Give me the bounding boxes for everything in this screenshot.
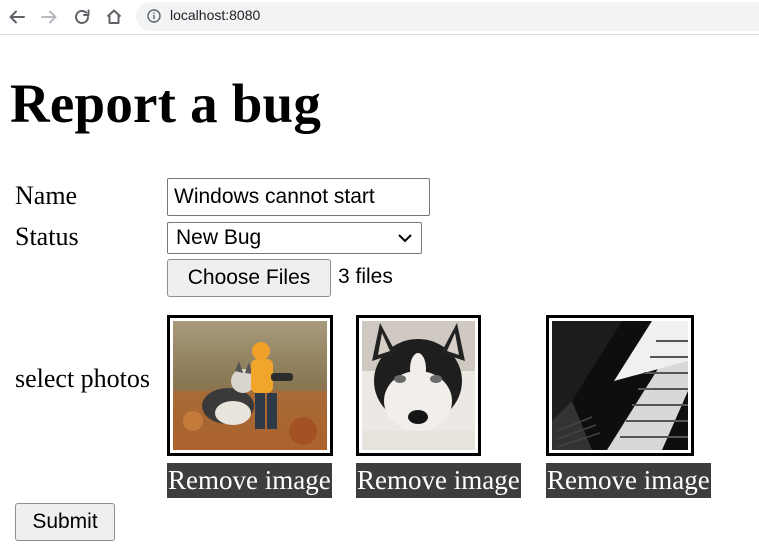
reload-icon[interactable] — [70, 5, 94, 29]
photo-preview-2 — [356, 315, 481, 456]
status-selected-value: New Bug — [176, 226, 262, 249]
remove-image-button-1[interactable]: Remove image — [167, 463, 332, 498]
photo-preview-1 — [167, 315, 333, 456]
photo-preview-3 — [546, 315, 694, 456]
choose-files-button[interactable]: Choose Files — [167, 259, 331, 297]
photos-label: select photos — [15, 364, 151, 393]
browser-toolbar: localhost:8080 — [0, 0, 759, 35]
address-bar[interactable]: localhost:8080 — [136, 2, 759, 31]
name-input[interactable] — [167, 178, 430, 216]
back-icon[interactable] — [5, 5, 29, 29]
info-icon[interactable] — [147, 9, 161, 23]
photo-building-image — [552, 321, 688, 450]
chevron-down-icon — [398, 234, 412, 243]
url-text: localhost:8080 — [170, 7, 261, 23]
photo-husky-image — [362, 321, 475, 450]
photo-child-dog-image — [173, 321, 327, 450]
page-title: Report a bug — [10, 73, 322, 134]
name-label: Name — [15, 181, 78, 210]
remove-image-button-2[interactable]: Remove image — [356, 463, 521, 498]
file-count-text: 3 files — [338, 265, 393, 288]
forward-icon[interactable] — [37, 5, 61, 29]
remove-image-button-3[interactable]: Remove image — [546, 463, 711, 498]
status-select[interactable]: New Bug — [167, 222, 422, 254]
status-label: Status — [15, 222, 79, 251]
submit-button[interactable]: Submit — [15, 503, 115, 541]
home-icon[interactable] — [102, 5, 126, 29]
